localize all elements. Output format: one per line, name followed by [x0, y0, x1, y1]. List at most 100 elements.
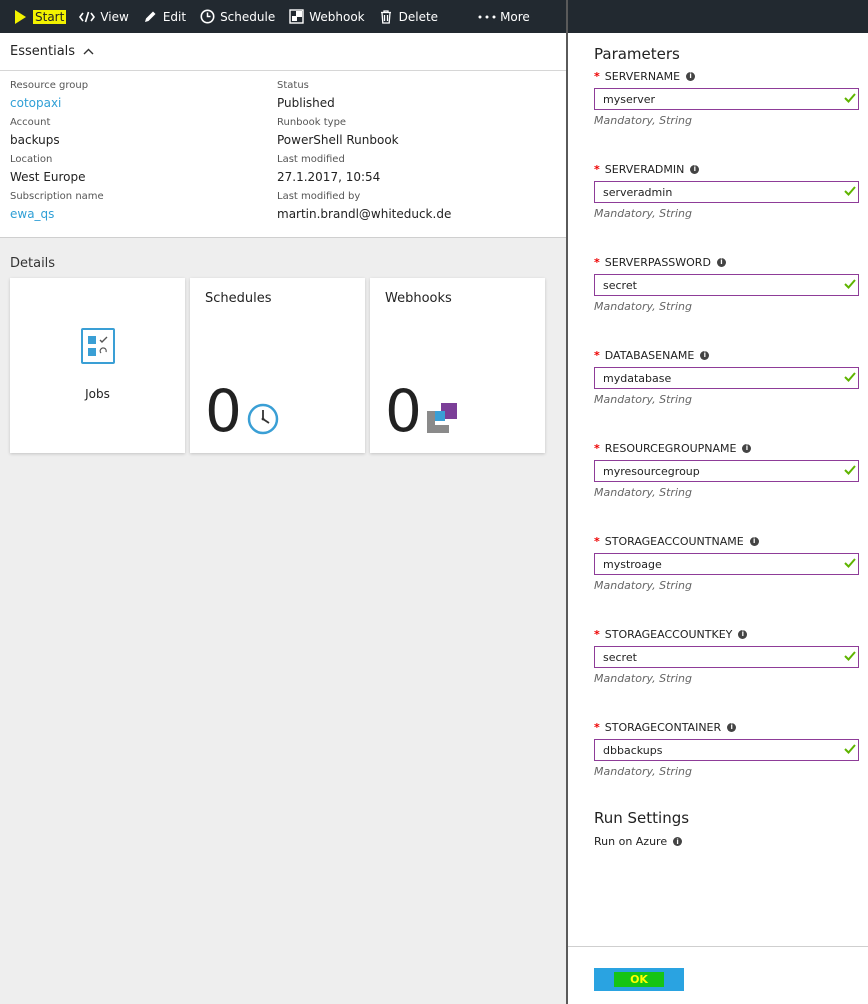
- resourcegroupname-input[interactable]: myresourcegroup: [594, 460, 859, 482]
- required-mark: *: [594, 720, 600, 734]
- schedule-label: Schedule: [220, 9, 276, 24]
- input-value: secret: [603, 650, 637, 664]
- param-label: * STORAGECONTAINER i: [594, 719, 868, 735]
- param-label: * RESOURCEGROUPNAME i: [594, 440, 868, 456]
- schedules-tile[interactable]: Schedules 0: [190, 278, 365, 453]
- runbook-blade: Start View Edit Schedule Webhook Delete …: [0, 0, 566, 1004]
- trash-icon: [377, 8, 395, 26]
- field-key: Status: [277, 80, 309, 91]
- param-label: * SERVERPASSWORD i: [594, 254, 868, 270]
- view-button[interactable]: View: [75, 0, 137, 33]
- info-icon[interactable]: i: [690, 164, 700, 174]
- param-storageaccountkey: * STORAGEACCOUNTKEY i secret Mandatory, St…: [594, 626, 868, 716]
- info-icon[interactable]: i: [716, 257, 726, 267]
- webhooks-tile[interactable]: Webhooks 0: [370, 278, 545, 453]
- jobs-tile[interactable]: Jobs: [10, 278, 185, 453]
- subscription-link[interactable]: ewa_qs: [10, 206, 277, 222]
- chevron-up-icon: [83, 48, 94, 55]
- check-icon: [844, 185, 856, 200]
- param-hint: Mandatory, String: [594, 393, 692, 406]
- webhook-button[interactable]: Webhook: [284, 0, 373, 33]
- resource-group-field: Resource group cotopaxi: [10, 80, 277, 116]
- required-mark: *: [594, 348, 600, 362]
- param-name: STORAGEACCOUNTNAME: [604, 534, 744, 548]
- schedules-count: 0: [205, 377, 242, 445]
- field-key: Location: [10, 154, 53, 165]
- input-value: myresourcegroup: [603, 464, 700, 478]
- field-value: backups: [10, 133, 60, 147]
- param-name: STORAGECONTAINER: [604, 720, 722, 734]
- param-hint: Mandatory, String: [594, 672, 692, 685]
- check-icon: [844, 278, 856, 293]
- param-storageaccountname: * STORAGEACCOUNTNAME i mystroage Mandatory…: [594, 533, 868, 623]
- required-mark: *: [594, 441, 600, 455]
- info-icon[interactable]: i: [727, 722, 737, 732]
- serveradmin-input[interactable]: serveradmin: [594, 181, 859, 203]
- info-icon[interactable]: i: [673, 837, 683, 846]
- info-icon[interactable]: i: [742, 443, 752, 453]
- param-hint: Mandatory, String: [594, 579, 692, 592]
- check-icon: [844, 92, 856, 107]
- pencil-icon: [141, 8, 159, 26]
- param-label: * SERVERNAME i: [594, 68, 868, 84]
- parameters-form: Parameters * SERVERNAME i myserver Mandato…: [568, 45, 868, 848]
- param-hint: Mandatory, String: [594, 114, 692, 127]
- storageaccountkey-input[interactable]: secret: [594, 646, 859, 668]
- param-label: * SERVERADMIN i: [594, 161, 868, 177]
- param-hint: Mandatory, String: [594, 207, 692, 220]
- serverpassword-input[interactable]: secret: [594, 274, 859, 296]
- storagecontainer-input[interactable]: dbbackups: [594, 739, 859, 761]
- field-key: Account: [10, 117, 51, 128]
- webhooks-title: Webhooks: [385, 291, 452, 306]
- run-on-azure-option[interactable]: Run on Azure i: [594, 835, 868, 848]
- essentials-toggle[interactable]: Essentials: [0, 33, 566, 71]
- play-icon: [11, 8, 29, 26]
- param-hint: Mandatory, String: [594, 765, 692, 778]
- jobs-icon: [81, 328, 115, 367]
- servername-input[interactable]: myserver: [594, 88, 859, 110]
- info-icon[interactable]: i: [686, 71, 696, 81]
- check-icon: [844, 557, 856, 572]
- check-icon: [844, 464, 856, 479]
- subscription-field: Subscription name ewa_qs: [10, 191, 277, 227]
- ok-label: OK: [614, 972, 664, 987]
- schedules-title: Schedules: [205, 291, 272, 306]
- input-value: serveradmin: [603, 185, 673, 199]
- param-databasename: * DATABASENAME i mydatabase Mandatory, Str…: [594, 347, 868, 437]
- param-label: * STORAGEACCOUNTKEY i: [594, 626, 868, 642]
- param-name: SERVERPASSWORD: [604, 255, 711, 269]
- ok-button[interactable]: OK: [594, 968, 684, 991]
- start-runbook-blade: Parameters * SERVERNAME i myserver Mandato…: [566, 0, 868, 1004]
- field-value: martin.brandl@whiteduck.de: [277, 207, 452, 221]
- schedule-button[interactable]: Schedule: [195, 0, 284, 33]
- required-mark: *: [594, 627, 600, 641]
- status-field: Status Published: [277, 80, 557, 116]
- param-label: * STORAGEACCOUNTNAME i: [594, 533, 868, 549]
- info-icon[interactable]: i: [700, 350, 710, 360]
- start-label: Start: [33, 9, 67, 24]
- databasename-input[interactable]: mydatabase: [594, 367, 859, 389]
- field-value: 27.1.2017, 10:54: [277, 170, 381, 184]
- storageaccountname-input[interactable]: mystroage: [594, 553, 859, 575]
- info-icon[interactable]: i: [749, 536, 759, 546]
- info-icon[interactable]: i: [738, 629, 748, 639]
- run-on-azure-label: Run on Azure: [594, 835, 668, 848]
- param-resourcegroupname: * RESOURCEGROUPNAME i myresourcegroup Mand…: [594, 440, 868, 530]
- essentials-title: Essentials: [10, 44, 76, 59]
- input-value: mydatabase: [603, 371, 672, 385]
- field-key: Subscription name: [10, 191, 104, 202]
- clock-icon: [198, 8, 216, 26]
- more-button[interactable]: More: [475, 0, 539, 33]
- param-name: SERVERNAME: [604, 69, 681, 83]
- start-button[interactable]: Start: [8, 0, 75, 33]
- runbook-type-field: Runbook type PowerShell Runbook: [277, 117, 557, 153]
- last-modified-by-field: Last modified by martin.brandl@whiteduck…: [277, 191, 557, 227]
- param-servername: * SERVERNAME i myserver Mandatory, String: [594, 68, 868, 158]
- details-title: Details: [10, 256, 56, 271]
- edit-button[interactable]: Edit: [138, 0, 195, 33]
- resource-group-link[interactable]: cotopaxi: [10, 95, 277, 111]
- blade-header: [568, 0, 868, 33]
- field-key: Last modified: [277, 154, 345, 165]
- check-icon: [844, 743, 856, 758]
- delete-button[interactable]: Delete: [374, 0, 447, 33]
